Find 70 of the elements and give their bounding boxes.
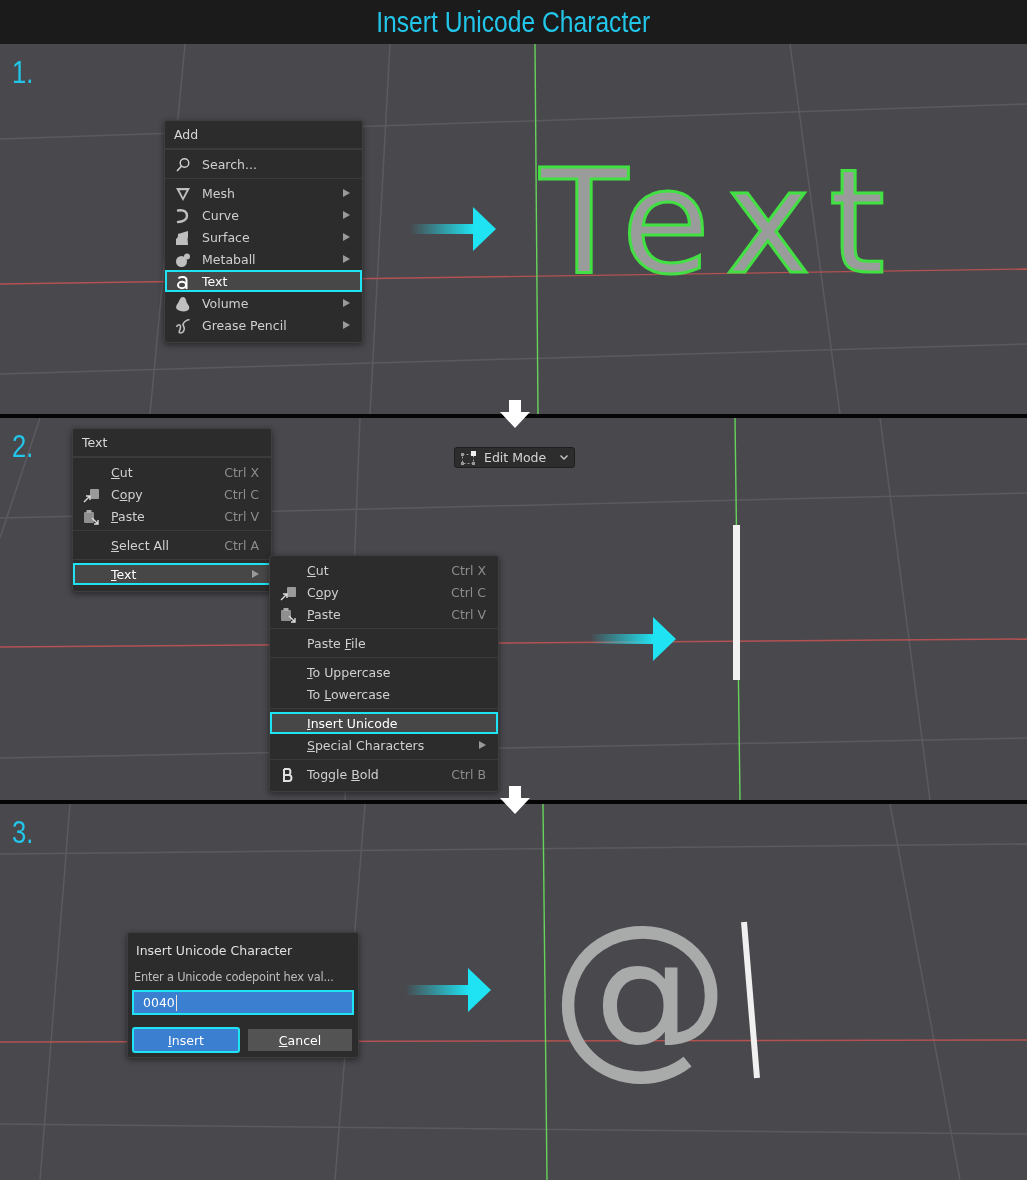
menu-item[interactable]: Paste Ctrl V [270, 603, 498, 625]
dialog-title: Insert Unicode Character [135, 942, 294, 960]
submenu-arrow-icon [343, 189, 350, 197]
triangle-icon [175, 186, 191, 202]
arrow-icon [410, 207, 496, 251]
shortcut-text: Ctrl A [224, 537, 259, 553]
down-arrow-icon [500, 786, 530, 814]
menu-item[interactable]: Copy Ctrl C [73, 483, 271, 505]
menu-item[interactable]: Grease Pencil [165, 314, 362, 336]
submenu-arrow-icon [343, 255, 350, 263]
squiggle-icon [175, 318, 191, 334]
menu-item[interactable]: Text [165, 270, 362, 292]
search-icon [175, 157, 191, 173]
menu-item[interactable]: Paste File [270, 632, 498, 654]
menu-item[interactable]: To Lowercase [270, 683, 498, 705]
menu-item[interactable]: Select All Ctrl A [73, 534, 271, 556]
menu-item[interactable]: Metaball [165, 248, 362, 270]
paste-icon [280, 607, 297, 623]
submenu-arrow-icon [252, 570, 259, 578]
shortcut-text: Ctrl V [224, 508, 259, 524]
chevron-down-icon [560, 455, 568, 460]
menu-item[interactable]: Volume [165, 292, 362, 314]
menu-item[interactable]: To Uppercase [270, 661, 498, 683]
blob-icon [175, 252, 191, 268]
menu-item[interactable]: Cut Ctrl X [270, 559, 498, 581]
menu-item[interactable]: Toggle Bold Ctrl B [270, 763, 498, 785]
step-number: 2. [12, 428, 34, 465]
menu-item[interactable]: Paste Ctrl V [73, 505, 271, 527]
arrow-icon [405, 968, 491, 1012]
copy-icon [280, 585, 297, 601]
viewport-3d-text: Text [540, 150, 904, 294]
menu-item[interactable]: Search... [165, 153, 362, 175]
curve-icon [175, 208, 191, 224]
menu-title: Text [73, 429, 271, 457]
vertex-select-icon [461, 450, 477, 465]
submenu-arrow-icon [343, 233, 350, 241]
input-field[interactable]: 0040 [132, 990, 354, 1015]
surface-icon [175, 230, 191, 246]
menu-item[interactable]: Mesh [165, 182, 362, 204]
page-title: Insert Unicode Character [376, 5, 651, 39]
shortcut-text: Ctrl C [451, 584, 486, 600]
shortcut-text: Ctrl B [451, 766, 486, 782]
submenu-arrow-icon [343, 299, 350, 307]
arrow-icon [590, 617, 676, 661]
step-number: 3. [12, 814, 34, 851]
menu-item[interactable]: Cut Ctrl X [73, 461, 271, 483]
submenu-arrow-icon [343, 211, 350, 219]
copy-icon [83, 487, 100, 503]
shortcut-text: Ctrl X [224, 464, 259, 480]
menu-item[interactable]: Copy Ctrl C [270, 581, 498, 603]
shortcut-text: Ctrl X [451, 562, 486, 578]
shortcut-text: Ctrl V [451, 606, 486, 622]
paste-icon [83, 509, 100, 525]
menu-item[interactable]: Text [73, 563, 271, 585]
cloud-icon [175, 296, 191, 312]
text-icon [175, 274, 191, 290]
menu-item[interactable]: Surface [165, 226, 362, 248]
menu-title: Add [165, 121, 362, 149]
menu-item[interactable]: Insert Unicode [270, 712, 498, 734]
mode-dropdown[interactable]: Edit Mode [454, 447, 575, 468]
step-number: 1. [12, 54, 34, 91]
submenu-arrow-icon [479, 741, 486, 749]
dialog-button[interactable]: Insert [132, 1027, 240, 1053]
dialog-description: Enter a Unicode codepoint hex val... [133, 969, 335, 986]
menu-item[interactable]: Special Characters [270, 734, 498, 756]
submenu-arrow-icon [343, 321, 350, 329]
down-arrow-icon [500, 400, 530, 428]
shortcut-text: Ctrl C [224, 486, 259, 502]
dialog-button[interactable]: Cancel [246, 1027, 354, 1053]
menu-item[interactable]: Curve [165, 204, 362, 226]
